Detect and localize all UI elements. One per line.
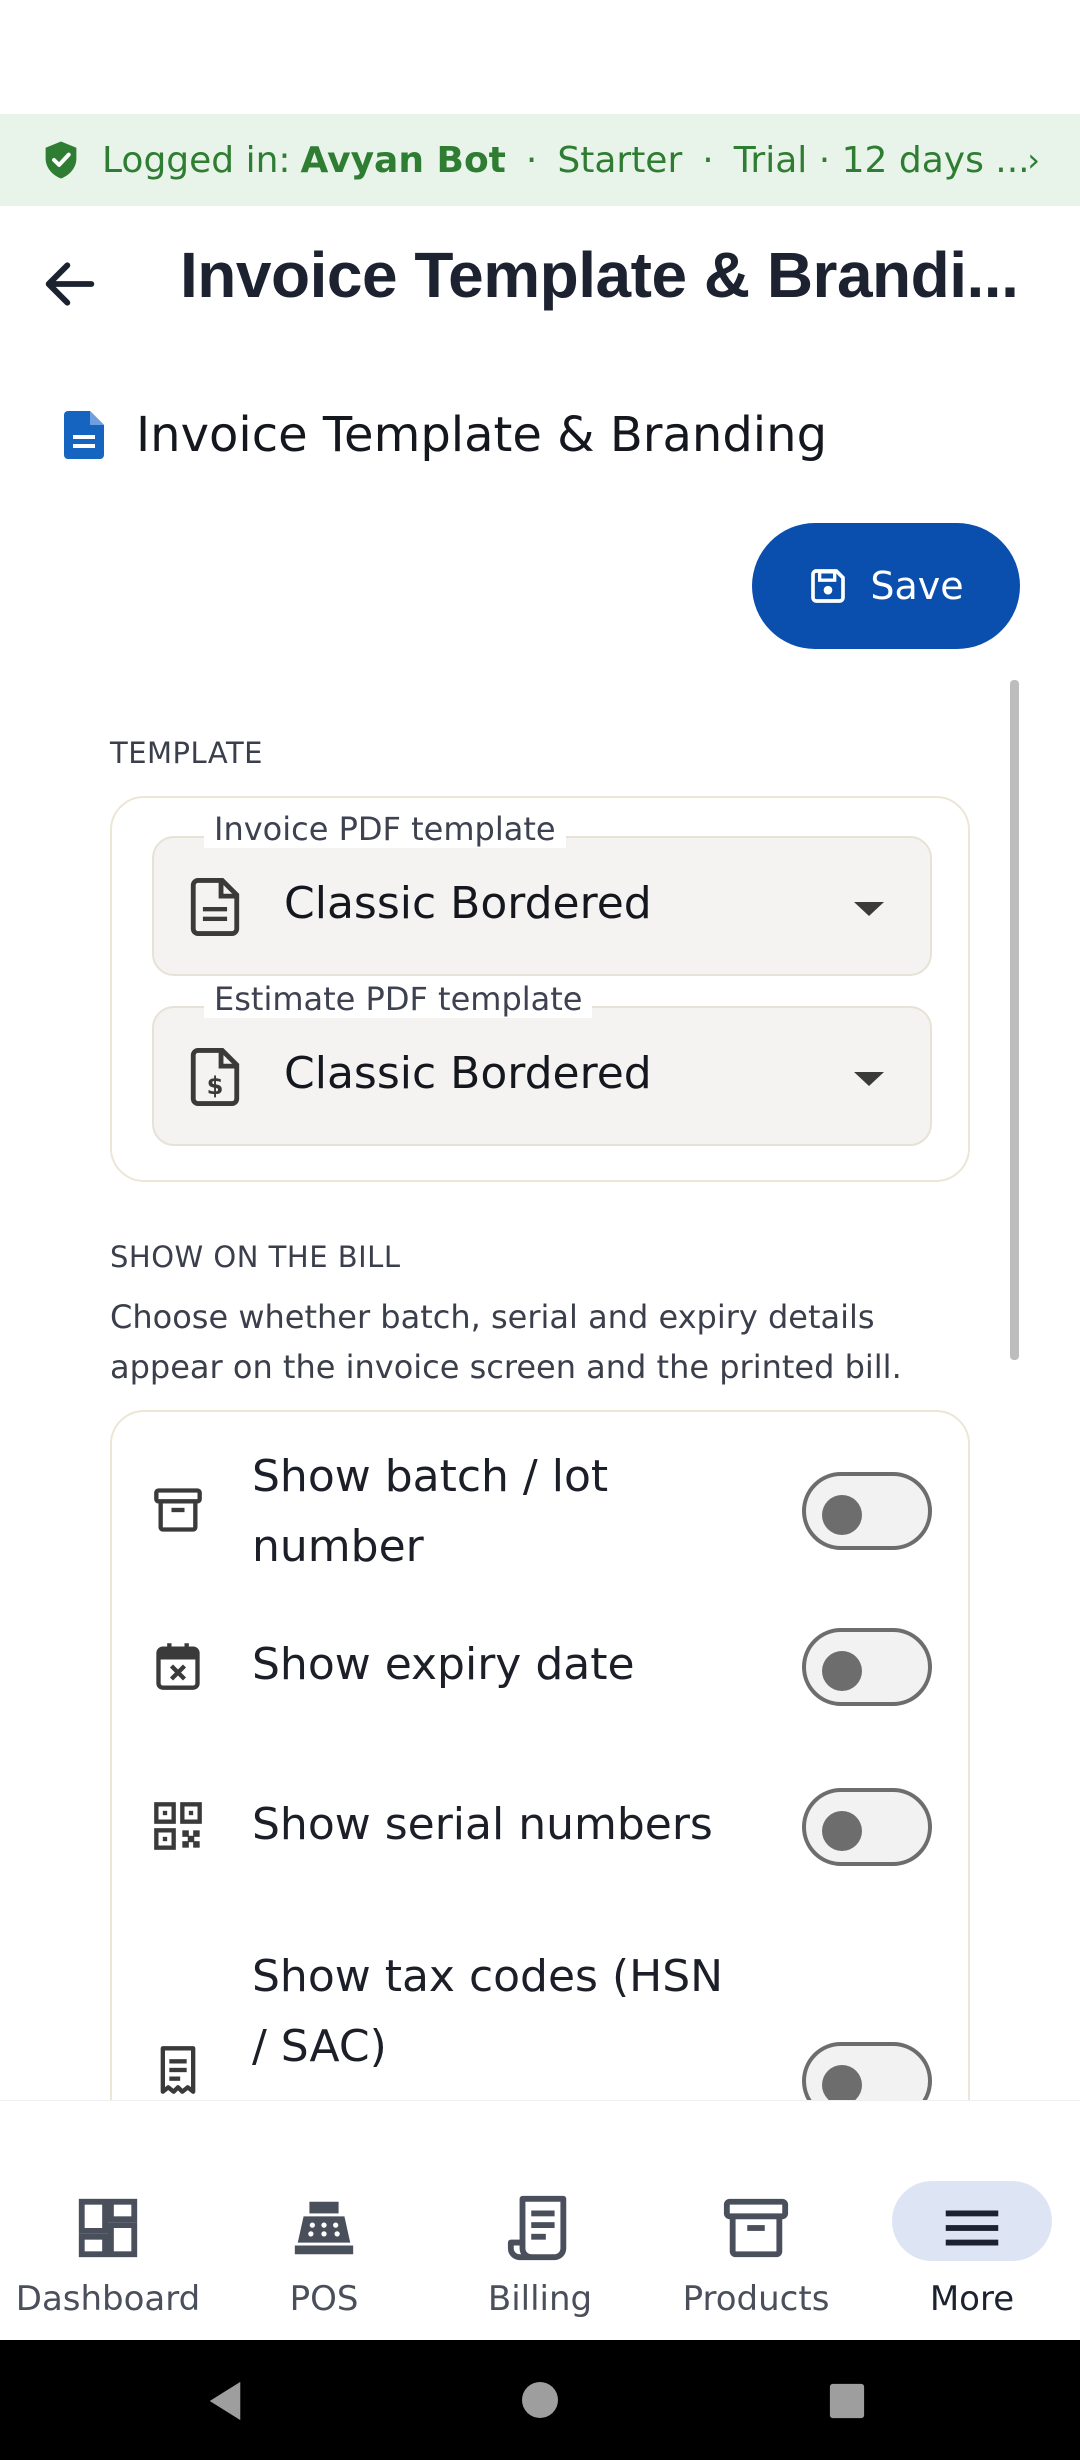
login-banner[interactable]: Logged in: Avyan Bot · Starter · Trial ·… [0, 114, 1080, 206]
document-outline-icon [190, 878, 240, 936]
estimate-template-label: Estimate PDF template [204, 980, 593, 1018]
separator-dot: · [525, 139, 538, 181]
menu-icon [945, 2210, 999, 2246]
toggle-row-serial[interactable]: Show serial numbers [152, 1782, 932, 1872]
nav-label-more: More [929, 2279, 1015, 2319]
nav-item-more[interactable]: More [864, 2101, 1080, 2341]
page-heading: Invoice Template & Branding [62, 400, 827, 470]
estimate-template-select[interactable]: Estimate PDF template $ Classic Bordered [152, 980, 932, 1146]
invoice-template-label: Invoice PDF template [204, 810, 566, 848]
toggle-knob [822, 1651, 862, 1691]
nav-label-pos: POS [289, 2279, 359, 2319]
toggle-knob [822, 1495, 862, 1535]
calendar-x-icon [156, 1643, 200, 1690]
settings-content[interactable]: TEMPLATE Invoice PDF template Classic Bo… [0, 680, 1080, 2100]
receipt-icon [507, 2195, 567, 2261]
toggle-knob [822, 2065, 862, 2100]
toggle-knob [822, 1811, 862, 1851]
section-label-template: TEMPLATE [110, 736, 263, 770]
expiry-toggle-switch[interactable] [802, 1628, 932, 1706]
scrollbar[interactable] [1010, 680, 1019, 1360]
chevron-right-icon: › [1027, 141, 1040, 179]
shield-check-icon [45, 141, 77, 179]
separator-dot: · [702, 139, 714, 181]
nav-item-dashboard[interactable]: Dashboard [0, 2101, 216, 2341]
template-card: Invoice PDF template Classic Bordered Es… [110, 796, 970, 1182]
cash-register-icon [294, 2201, 354, 2255]
app-bar-title: Invoice Template & Brandi... [180, 239, 1019, 311]
system-recents-icon[interactable] [828, 2382, 866, 2420]
receipt-icon [160, 2046, 196, 2094]
toggle-row-tax-codes[interactable]: Show tax codes (HSN / SAC) [152, 1942, 932, 2100]
document-icon [64, 411, 104, 459]
invoice-template-value: Classic Bordered [284, 878, 652, 929]
toggle-row-expiry[interactable]: Show expiry date [152, 1622, 932, 1712]
dropdown-arrow-icon [854, 1072, 884, 1086]
status-bar [0, 0, 1080, 114]
toggle-label-tax-codes: Show tax codes (HSN / SAC) [252, 1951, 724, 2072]
save-button[interactable]: Save [752, 523, 1020, 649]
trial-status: Trial · 12 days ... [733, 139, 1030, 181]
invoice-dollar-icon: $ [190, 1048, 240, 1106]
bill-options-card: Show batch / lot number Show expiry date [110, 1410, 970, 2100]
back-arrow-icon[interactable] [38, 252, 102, 316]
archive-icon [154, 1488, 202, 1532]
svg-text:$: $ [207, 1072, 224, 1100]
invoice-template-select[interactable]: Invoice PDF template Classic Bordered [152, 810, 932, 976]
nav-label-dashboard: Dashboard [15, 2279, 201, 2319]
nav-label-billing: Billing [487, 2279, 593, 2319]
serial-toggle-switch[interactable] [802, 1788, 932, 1866]
nav-item-pos[interactable]: POS [216, 2101, 432, 2341]
toggle-label-expiry: Show expiry date [252, 1639, 635, 1690]
estimate-template-value: Classic Bordered [284, 1048, 652, 1099]
plan-name: Starter [557, 139, 683, 181]
archive-icon [723, 2198, 789, 2258]
toggle-row-batch[interactable]: Show batch / lot number [152, 1442, 932, 1582]
batch-toggle-switch[interactable] [802, 1472, 932, 1550]
system-home-icon[interactable] [520, 2380, 560, 2420]
section-description: Choose whether batch, serial and expiry … [110, 1298, 902, 1386]
nav-label-products: Products [682, 2279, 830, 2319]
toggle-label-batch: Show batch / lot number [252, 1451, 609, 1572]
bottom-navigation: Dashboard POS Billing Products More [0, 2100, 1080, 2340]
dropdown-arrow-icon [854, 902, 884, 916]
section-label-show-on-bill: SHOW ON THE BILL [110, 1240, 401, 1274]
tax-codes-toggle-switch[interactable] [802, 2042, 932, 2100]
system-navigation-bar [0, 2340, 1080, 2460]
page-title: Invoice Template & Branding [136, 407, 828, 463]
nav-item-products[interactable]: Products [648, 2101, 864, 2341]
floppy-disk-icon [811, 569, 846, 603]
logged-in-user: Avyan Bot [300, 139, 506, 181]
qr-code-icon [154, 1802, 202, 1850]
dashboard-icon [78, 2198, 138, 2258]
app-bar: Invoice Template & Brandi... [0, 206, 1080, 356]
save-label: Save [870, 564, 964, 608]
toggle-label-serial: Show serial numbers [252, 1799, 713, 1850]
nav-item-billing[interactable]: Billing [432, 2101, 648, 2341]
login-prefix: Logged in: [102, 139, 291, 181]
system-back-icon[interactable] [205, 2380, 245, 2422]
